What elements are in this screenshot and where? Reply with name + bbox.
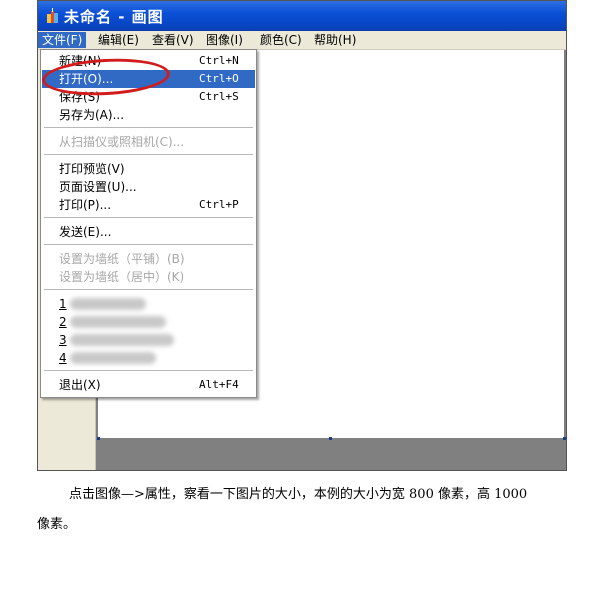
file-menu-dropdown: 新建(N) Ctrl+N 打开(O)... Ctrl+O 保存(S) Ctrl+…	[40, 49, 257, 398]
menu-bar: 文件(F) 编辑(E) 查看(V) 图像(I) 颜色(C) 帮助(H)	[38, 31, 566, 50]
menu-item-page-setup[interactable]: 页面设置(U)...	[42, 178, 255, 196]
caption-text: 点击图像—>属性，察看一下图片的大小，本例的大小为宽 800 像素，高 1000…	[37, 480, 597, 540]
menu-item-shortcut: Alt+F4	[199, 378, 239, 391]
paint-window-screenshot: 未命名 - 画图 文件(F) 编辑(E) 查看(V) 图像(I) 颜色(C) 帮…	[37, 0, 567, 471]
menu-item-label: 3	[59, 333, 67, 347]
menu-item-shortcut: Ctrl+P	[199, 198, 239, 211]
menu-item-label: 发送(E)...	[59, 225, 112, 239]
menu-view[interactable]: 查看(V)	[148, 32, 198, 48]
canvas-corner-marker	[97, 437, 100, 440]
menu-item-label: 退出(X)	[59, 378, 101, 392]
menu-separator	[44, 370, 253, 371]
menu-separator	[44, 289, 253, 290]
menu-item-save-as[interactable]: 另存为(A)...	[42, 106, 255, 124]
menu-item-shortcut: Ctrl+S	[199, 90, 239, 103]
menu-item-print[interactable]: 打印(P)... Ctrl+P	[42, 196, 255, 214]
menu-item-wallpaper-tile: 设置为墙纸（平铺）(B)	[42, 250, 255, 268]
blurred-filename	[70, 334, 174, 346]
menu-separator	[44, 154, 253, 155]
menu-image[interactable]: 图像(I)	[202, 32, 247, 48]
resize-handle-bottom[interactable]	[329, 437, 332, 440]
menu-separator	[44, 244, 253, 245]
menu-item-from-scanner: 从扫描仪或照相机(C)...	[42, 133, 255, 151]
menu-edit[interactable]: 编辑(E)	[94, 32, 143, 48]
resize-handle-corner[interactable]	[563, 437, 566, 440]
menu-item-label: 设置为墙纸（居中）(K)	[59, 270, 185, 284]
menu-item-label: 打印预览(V)	[59, 162, 125, 176]
menu-item-label: 4	[59, 351, 67, 365]
menu-item-send[interactable]: 发送(E)...	[42, 223, 255, 241]
blurred-filename	[70, 298, 146, 310]
menu-item-recent-4[interactable]: 4	[42, 349, 255, 367]
menu-item-label: 页面设置(U)...	[59, 180, 137, 194]
menu-separator	[44, 217, 253, 218]
blurred-filename	[70, 316, 166, 328]
menu-help[interactable]: 帮助(H)	[310, 32, 360, 48]
menu-item-recent-3[interactable]: 3	[42, 331, 255, 349]
menu-item-label: 2	[59, 315, 67, 329]
menu-item-shortcut: Ctrl+N	[199, 54, 239, 67]
caption-line-2: 像素。	[37, 517, 77, 532]
menu-separator	[44, 127, 253, 128]
menu-colors[interactable]: 颜色(C)	[256, 32, 306, 48]
menu-item-recent-1[interactable]: 1	[42, 295, 255, 313]
menu-item-label: 设置为墙纸（平铺）(B)	[59, 252, 185, 266]
window-title: 未命名 - 画图	[64, 8, 164, 26]
menu-item-print-preview[interactable]: 打印预览(V)	[42, 160, 255, 178]
menu-file[interactable]: 文件(F)	[38, 32, 87, 48]
title-bar: 未命名 - 画图	[38, 1, 566, 31]
menu-item-label: 1	[59, 297, 67, 311]
menu-item-recent-2[interactable]: 2	[42, 313, 255, 331]
menu-item-label: 另存为(A)...	[59, 108, 125, 122]
caption-line-1: 点击图像—>属性，察看一下图片的大小，本例的大小为宽 800 像素，高 1000	[69, 487, 528, 502]
blurred-filename	[70, 352, 156, 364]
menu-item-label: 从扫描仪或照相机(C)...	[59, 135, 185, 149]
menu-item-shortcut: Ctrl+O	[199, 72, 239, 85]
paint-app-icon	[47, 8, 58, 23]
menu-item-label: 打印(P)...	[59, 198, 112, 212]
menu-item-exit[interactable]: 退出(X) Alt+F4	[42, 376, 255, 394]
menu-item-wallpaper-center: 设置为墙纸（居中）(K)	[42, 268, 255, 286]
